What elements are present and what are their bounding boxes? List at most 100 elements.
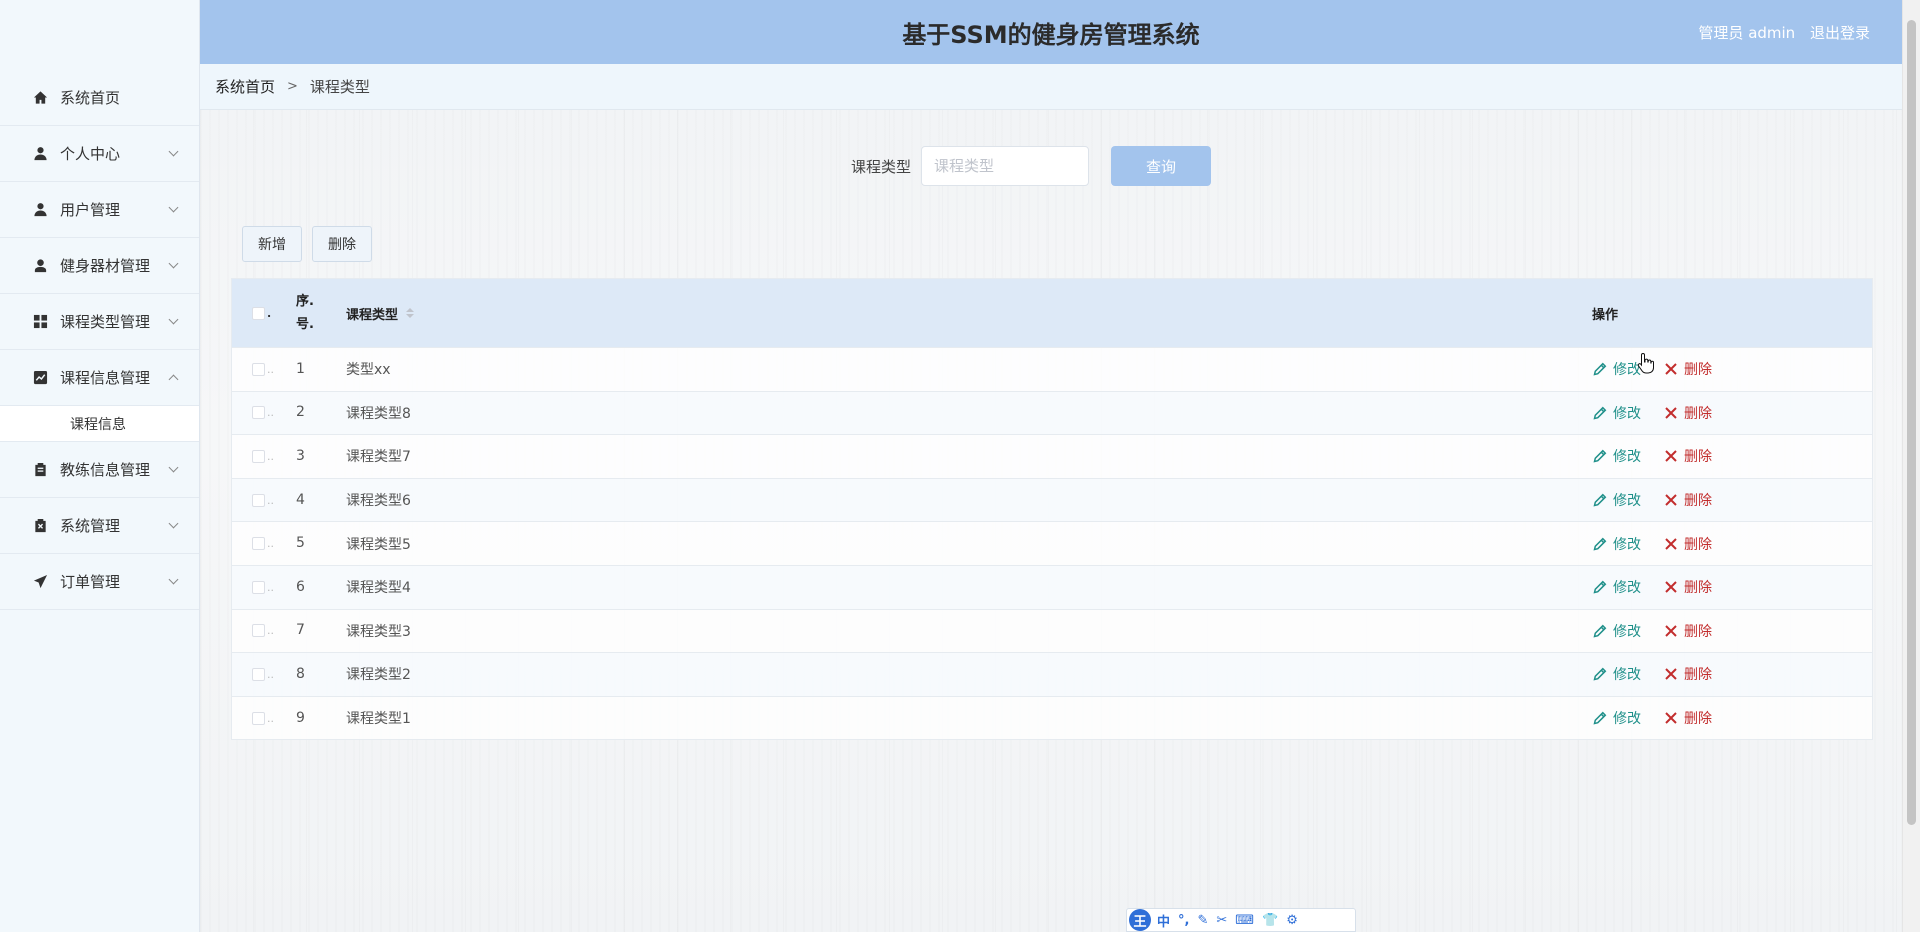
add-button[interactable]: 新增 — [242, 226, 302, 262]
table-row: .. 7 课程类型3 修改 删除 — [232, 608, 1872, 653]
checkbox-ellipsis: .. — [267, 362, 274, 376]
delete-button[interactable]: 删除 — [1663, 534, 1712, 554]
sidebar-item-equipment-management[interactable]: 健身器材管理 — [0, 238, 199, 294]
row-type: 课程类型7 — [346, 449, 411, 466]
chevron-down-icon — [168, 258, 179, 268]
edit-label: 修改 — [1613, 493, 1641, 510]
sidebar-subitem-course-info[interactable]: 课程信息 — [0, 406, 199, 442]
gear-icon[interactable]: ⚙ — [1286, 913, 1298, 928]
pencil-icon — [1593, 580, 1607, 594]
delete-button[interactable]: 删除 — [1663, 577, 1712, 597]
sidebar-item-personal-center[interactable]: 个人中心 — [0, 126, 199, 182]
delete-button[interactable]: 删除 — [1663, 359, 1712, 379]
delete-label: 删除 — [1684, 580, 1712, 597]
pencil-icon — [1593, 493, 1607, 507]
checkbox-ellipsis: .. — [267, 493, 274, 507]
checkbox-ellipsis: .. — [267, 711, 274, 725]
chevron-down-icon — [168, 202, 179, 212]
delete-label: 删除 — [1684, 667, 1712, 684]
person-icon — [32, 146, 48, 162]
sort-icon[interactable] — [406, 308, 415, 318]
index-header-line1: 序. — [296, 294, 314, 309]
row-checkbox[interactable] — [252, 493, 265, 507]
row-checkbox[interactable] — [252, 362, 265, 376]
scissors-icon[interactable]: ✂ — [1216, 913, 1227, 928]
edit-button[interactable]: 修改 — [1592, 621, 1641, 641]
ime-mode[interactable]: 中 — [1157, 911, 1170, 930]
search-input[interactable] — [921, 146, 1089, 186]
sidebar-item-label: 系统管理 — [60, 517, 121, 535]
edit-label: 修改 — [1613, 623, 1641, 640]
edit-button[interactable]: 修改 — [1592, 490, 1641, 510]
chevron-down-icon — [168, 518, 179, 528]
sidebar-item-user-management[interactable]: 用户管理 — [0, 182, 199, 238]
sidebar-item-system-management[interactable]: 系统管理 — [0, 498, 199, 554]
shirt-icon[interactable]: 👕 — [1262, 913, 1278, 928]
edit-button[interactable]: 修改 — [1592, 664, 1641, 684]
pencil-icon — [1593, 537, 1607, 551]
type-header-label: 课程类型 — [346, 307, 399, 323]
edit-label: 修改 — [1613, 667, 1641, 684]
row-checkbox[interactable] — [252, 537, 265, 551]
row-checkbox[interactable] — [252, 711, 265, 725]
ime-punct[interactable]: °, — [1178, 913, 1189, 928]
scrollbar-thumb[interactable] — [1907, 20, 1916, 825]
sidebar-item-course-info-management[interactable]: 课程信息管理 — [0, 350, 199, 406]
row-type: 课程类型1 — [346, 711, 411, 728]
delete-button[interactable]: 删除 — [1663, 664, 1712, 684]
row-checkbox[interactable] — [252, 406, 265, 420]
delete-button[interactable]: 删除 — [1663, 446, 1712, 466]
chevron-down-icon — [168, 462, 179, 472]
breadcrumb-home[interactable]: 系统首页 — [215, 76, 275, 97]
search-button[interactable]: 查询 — [1111, 146, 1211, 186]
sidebar-item-coach-management[interactable]: 教练信息管理 — [0, 442, 199, 498]
checkbox-ellipsis: .. — [267, 537, 274, 551]
row-type: 课程类型3 — [346, 623, 411, 640]
sidebar-item-home[interactable]: 系统首页 — [0, 70, 199, 126]
table-row: .. 6 课程类型4 修改 删除 — [232, 564, 1872, 609]
delete-button[interactable]: 删除 — [1663, 708, 1712, 728]
sidebar-item-label: 用户管理 — [60, 201, 121, 219]
edit-button[interactable]: 修改 — [1592, 359, 1641, 379]
delete-button[interactable]: 删除 — [1663, 403, 1712, 423]
search-form: 课程类型 查询 — [200, 146, 1902, 186]
breadcrumb: 系统首页 > 课程类型 — [200, 64, 1902, 110]
table-row: .. 2 课程类型8 修改 删除 — [232, 390, 1872, 435]
delete-label: 删除 — [1684, 536, 1712, 553]
sidebar-item-label: 系统首页 — [60, 89, 121, 107]
row-checkbox[interactable] — [252, 580, 265, 594]
checkbox-ellipsis: .. — [267, 449, 274, 463]
type-header[interactable]: 课程类型 — [346, 304, 1592, 323]
sidebar-subitem-label: 课程信息 — [70, 416, 126, 433]
keyboard-icon[interactable]: ⌨ — [1235, 913, 1254, 928]
edit-button[interactable]: 修改 — [1592, 446, 1641, 466]
edit-button[interactable]: 修改 — [1592, 403, 1641, 423]
ime-logo[interactable]: 王 — [1129, 909, 1151, 931]
pencil-icon — [1593, 668, 1607, 681]
sidebar-item-course-type-management[interactable]: 课程类型管理 — [0, 294, 199, 350]
sidebar-item-label: 健身器材管理 — [60, 257, 151, 275]
batch-delete-button[interactable]: 删除 — [312, 226, 372, 262]
index-header: 序. 号. — [296, 290, 346, 336]
close-icon — [1665, 494, 1677, 506]
edit-button[interactable]: 修改 — [1592, 708, 1641, 728]
pencil-icon — [1593, 362, 1607, 376]
edit-button[interactable]: 修改 — [1592, 534, 1641, 554]
logout-link[interactable]: 退出登录 — [1810, 24, 1870, 42]
sidebar-item-order-management[interactable]: 订单管理 — [0, 554, 199, 610]
delete-button[interactable]: 删除 — [1663, 490, 1712, 510]
row-checkbox[interactable] — [252, 624, 265, 638]
close-icon — [1665, 407, 1677, 419]
select-all-checkbox[interactable] — [252, 306, 265, 320]
row-checkbox[interactable] — [252, 449, 265, 463]
vertical-scrollbar[interactable] — [1902, 0, 1920, 932]
close-icon — [1665, 625, 1677, 637]
pen-icon[interactable]: ✎ — [1197, 913, 1208, 928]
pencil-icon — [1593, 711, 1607, 725]
ops-header: 操作 — [1592, 307, 1619, 323]
delete-button[interactable]: 删除 — [1663, 621, 1712, 641]
row-type: 课程类型6 — [346, 493, 411, 510]
edit-button[interactable]: 修改 — [1592, 577, 1641, 597]
row-checkbox[interactable] — [252, 667, 265, 681]
sidebar-item-label: 订单管理 — [60, 573, 121, 591]
